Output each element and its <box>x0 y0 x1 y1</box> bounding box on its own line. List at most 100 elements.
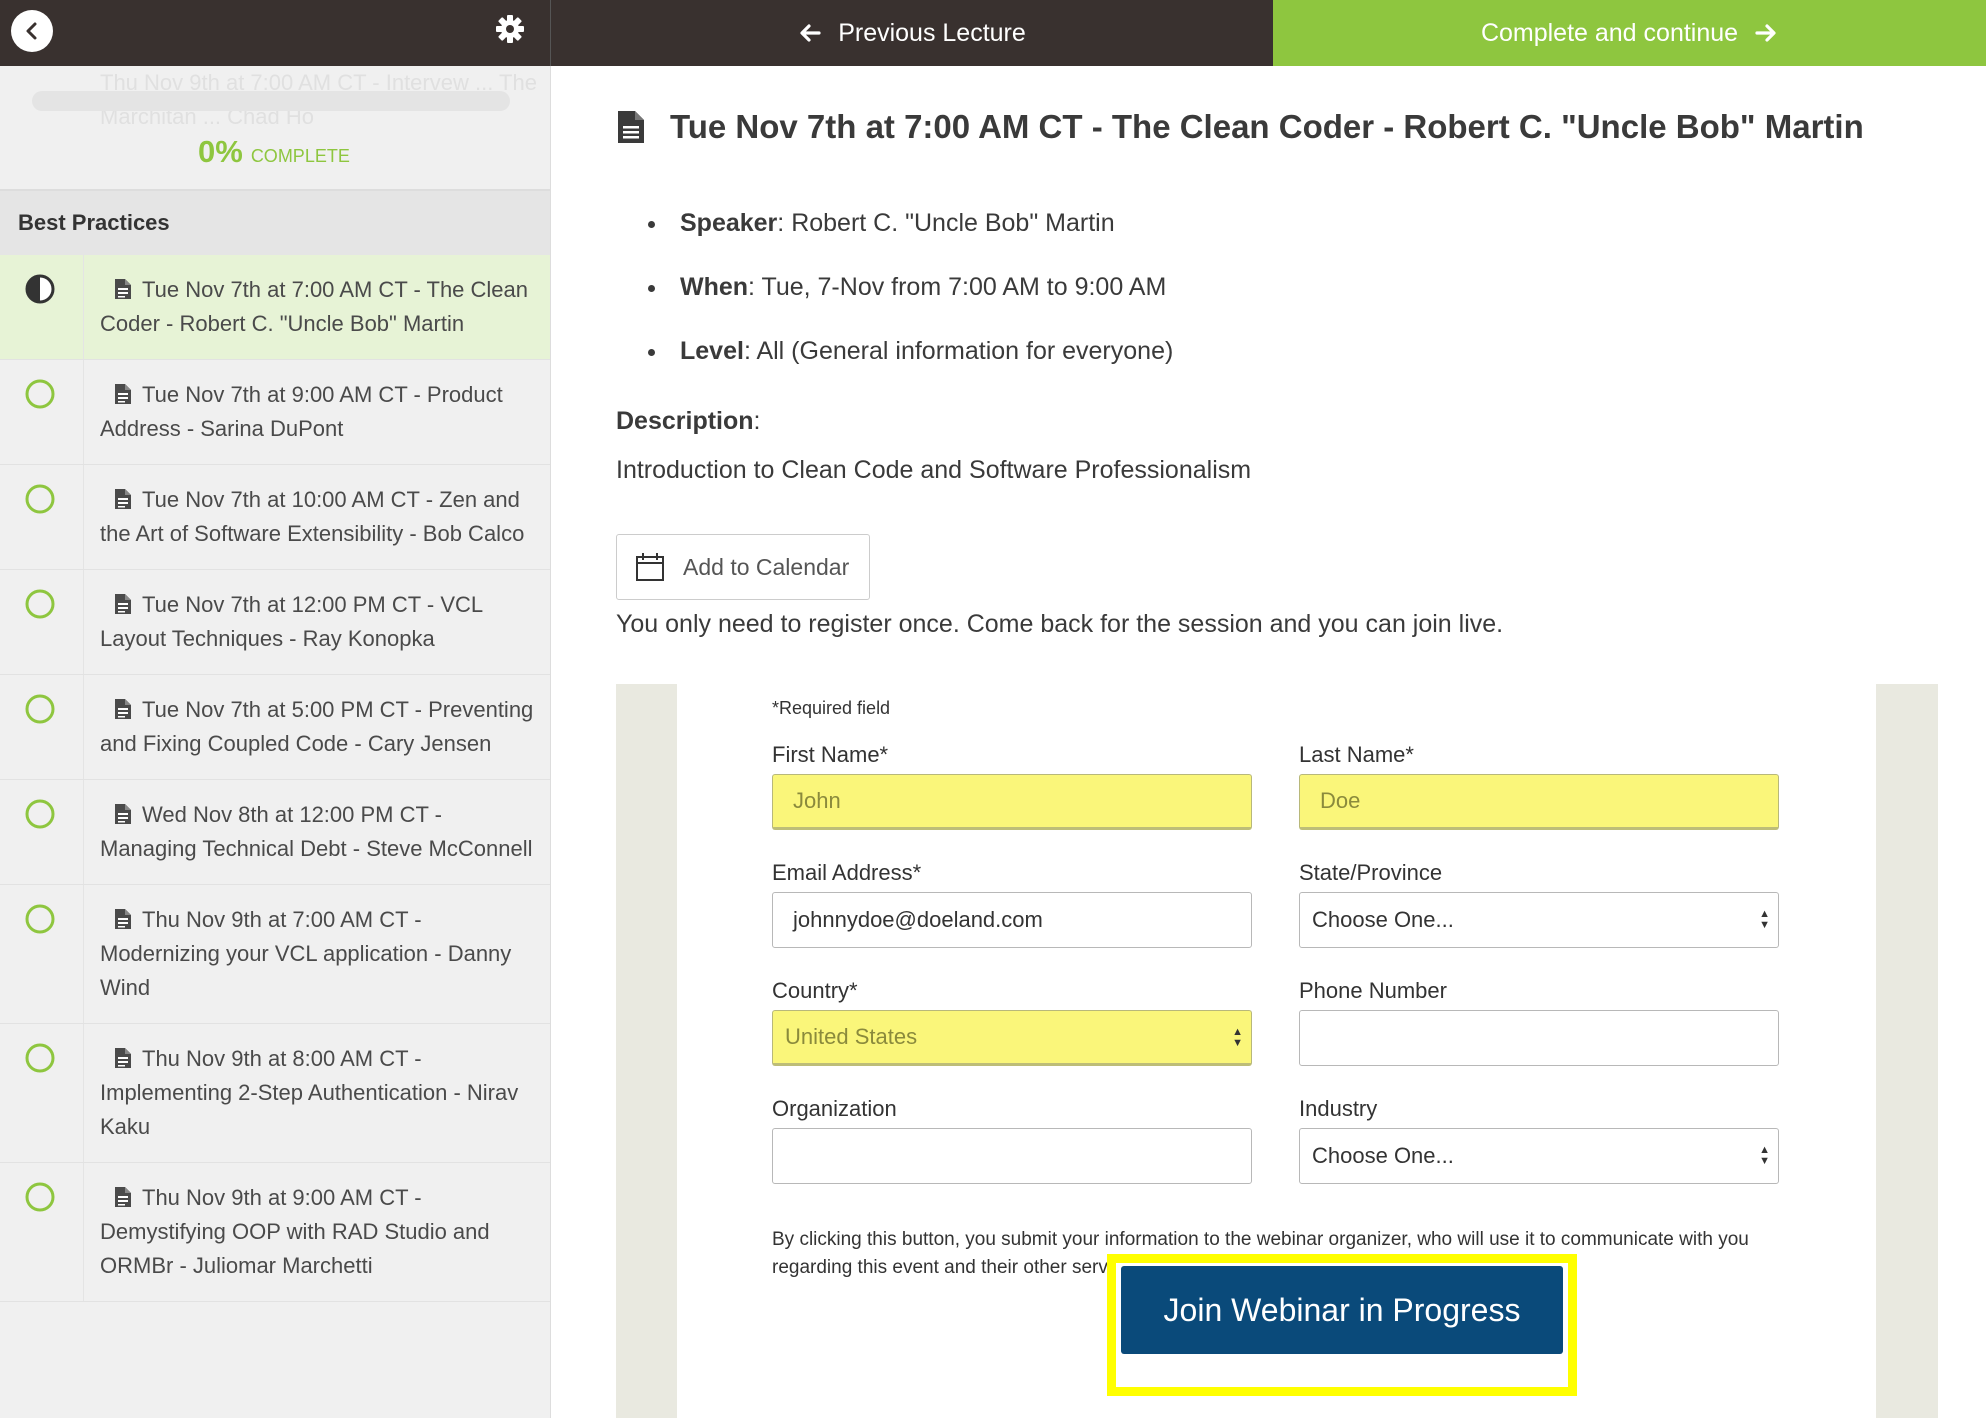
state-value: Choose One... <box>1312 907 1454 932</box>
required-note: *Required field <box>772 698 891 718</box>
lecture-item[interactable]: Tue Nov 7th at 10:00 AM CT - Zen and the… <box>0 465 550 570</box>
speaker-detail: Speaker: Robert C. "Uncle Bob" Martin <box>616 206 1916 240</box>
lecture-item-label: Thu Nov 9th at 8:00 AM CT - Implementing… <box>100 1046 519 1139</box>
in-progress-circle-icon <box>25 274 55 304</box>
lecture-item-label: Tue Nov 7th at 7:00 AM CT - The Clean Co… <box>100 277 529 336</box>
register-note: You only need to register once. Come bac… <box>616 610 1504 638</box>
lecture-item-label: Thu Nov 9th at 7:00 AM CT - Modernizing … <box>100 907 512 1000</box>
lecture-item-label: Tue Nov 7th at 9:00 AM CT - Product Addr… <box>100 382 503 441</box>
back-button[interactable] <box>11 10 53 52</box>
join-webinar-button[interactable]: Join Webinar in Progress <box>1121 1266 1563 1354</box>
progress-word: COMPLETE <box>250 146 350 166</box>
incomplete-circle-icon <box>25 484 55 514</box>
incomplete-circle-icon <box>25 1182 55 1212</box>
incomplete-circle-icon <box>25 694 55 724</box>
lecture-item-label: Tue Nov 7th at 12:00 PM CT - VCL Layout … <box>100 592 483 651</box>
add-to-calendar-button[interactable]: Add to Calendar <box>616 534 870 600</box>
country-label: Country* <box>772 978 858 1003</box>
organization-label: Organization <box>772 1096 897 1121</box>
lecture-item[interactable]: Thu Nov 9th at 8:00 AM CT - Implementing… <box>0 1024 550 1163</box>
complete-and-continue-label: Complete and continue <box>1480 18 1739 47</box>
lecture-item[interactable]: Tue Nov 7th at 5:00 PM CT - Preventing a… <box>0 675 550 780</box>
lecture-item[interactable]: Wed Nov 8th at 12:00 PM CT - Managing Te… <box>0 780 550 885</box>
lecture-status <box>0 1163 84 1301</box>
country-select[interactable]: United States ▲ ▼ <box>772 1010 1252 1066</box>
lecture-status <box>0 780 84 884</box>
progress-percent: 0% <box>198 134 243 169</box>
document-icon <box>115 1048 131 1068</box>
lecture-status <box>0 360 84 464</box>
document-icon <box>115 909 131 929</box>
lecture-item-label: Tue Nov 7th at 10:00 AM CT - Zen and the… <box>100 487 525 546</box>
document-icon <box>115 384 131 404</box>
lecture-item-label: Wed Nov 8th at 12:00 PM CT - Managing Te… <box>100 802 533 861</box>
when-value: : Tue, 7-Nov from 7:00 AM to 9:00 AM <box>748 273 1167 301</box>
last-name-label: Last Name* <box>1299 742 1414 767</box>
gear-icon[interactable] <box>494 13 526 45</box>
first-name-field[interactable]: John <box>772 774 1252 830</box>
add-to-calendar-label: Add to Calendar <box>683 553 850 580</box>
sidebar-header <box>0 0 551 66</box>
when-key: When <box>680 273 749 301</box>
lecture-item[interactable]: Thu Nov 9th at 9:00 AM CT - Demystifying… <box>0 1163 550 1302</box>
lecture-item-text: Thu Nov 9th at 7:00 AM CT - Modernizing … <box>84 885 550 1023</box>
level-value: : All (General information for everyone) <box>743 337 1174 365</box>
industry-value: Choose One... <box>1312 1143 1454 1168</box>
level-detail: Level: All (General information for ever… <box>616 334 1916 368</box>
select-arrows-icon: ▲ ▼ <box>1759 908 1770 931</box>
document-icon <box>115 804 131 824</box>
email-value: johnnydoe@doeland.com <box>793 907 1043 932</box>
document-icon <box>618 111 644 143</box>
course-progress: Thu Nov 9th at 7:00 AM CT - Intervew ...… <box>0 66 550 191</box>
previous-lecture-button[interactable]: Previous Lecture <box>551 0 1273 66</box>
lecture-item[interactable]: Tue Nov 7th at 12:00 PM CT - VCL Layout … <box>0 570 550 675</box>
lecture-status <box>0 570 84 674</box>
progress-bar <box>32 91 510 111</box>
incomplete-circle-icon <box>25 1043 55 1073</box>
document-icon <box>115 699 131 719</box>
section-title: Best Practices <box>0 191 550 255</box>
last-name-field[interactable]: Doe <box>1299 774 1779 830</box>
first-name-label: First Name* <box>772 742 889 767</box>
industry-select[interactable]: Choose One... ▲ ▼ <box>1299 1128 1779 1184</box>
lecture-item-label: Tue Nov 7th at 5:00 PM CT - Preventing a… <box>100 697 534 756</box>
lecture-item-text: Tue Nov 7th at 12:00 PM CT - VCL Layout … <box>84 570 550 674</box>
lecture-item[interactable]: Tue Nov 7th at 7:00 AM CT - The Clean Co… <box>0 255 550 360</box>
last-name-value: Doe <box>1320 788 1361 813</box>
course-sidebar: Thu Nov 9th at 7:00 AM CT - Intervew ...… <box>0 66 551 1418</box>
lecture-list: Tue Nov 7th at 7:00 AM CT - The Clean Co… <box>0 255 550 1302</box>
phone-field[interactable] <box>1299 1010 1779 1066</box>
incomplete-circle-icon <box>25 379 55 409</box>
when-detail: When: Tue, 7-Nov from 7:00 AM to 9:00 AM <box>616 270 1916 304</box>
page-title: Tue Nov 7th at 7:00 AM CT - The Clean Co… <box>670 108 1864 145</box>
arrow-left-icon <box>800 24 821 42</box>
document-icon <box>115 279 131 299</box>
select-arrows-icon: ▲ ▼ <box>1759 1144 1770 1167</box>
country-value: United States <box>785 1024 918 1049</box>
top-bar: Previous Lecture Complete and continue <box>0 0 1986 66</box>
select-arrows-icon: ▲ ▼ <box>1232 1026 1243 1049</box>
speaker-value: : Robert C. "Uncle Bob" Martin <box>777 209 1115 237</box>
description-label: Description: <box>616 407 760 436</box>
lecture-item[interactable]: Tue Nov 7th at 9:00 AM CT - Product Addr… <box>0 360 550 465</box>
description-key: Description <box>616 407 754 435</box>
first-name-value: John <box>793 788 841 813</box>
organization-field[interactable] <box>772 1128 1252 1184</box>
lecture-status <box>0 885 84 1023</box>
lecture-item[interactable]: Thu Nov 9th at 7:00 AM CT - Modernizing … <box>0 885 550 1024</box>
previous-lecture-label: Previous Lecture <box>838 18 1026 47</box>
chevron-left-icon <box>26 22 37 40</box>
email-label: Email Address* <box>772 860 922 885</box>
incomplete-circle-icon <box>25 904 55 934</box>
state-label: State/Province <box>1299 860 1443 885</box>
email-field[interactable]: johnnydoe@doeland.com <box>772 892 1252 948</box>
lecture-status <box>0 255 84 359</box>
description-suffix: : <box>753 407 761 435</box>
complete-and-continue-button[interactable]: Complete and continue <box>1273 0 1986 66</box>
state-select[interactable]: Choose One... ▲ ▼ <box>1299 892 1779 948</box>
lecture-item-text: Tue Nov 7th at 5:00 PM CT - Preventing a… <box>84 675 550 779</box>
lecture-item-text: Tue Nov 7th at 7:00 AM CT - The Clean Co… <box>84 255 550 359</box>
speaker-key: Speaker <box>680 209 778 237</box>
document-icon <box>115 594 131 614</box>
arrow-right-icon <box>1755 24 1776 42</box>
